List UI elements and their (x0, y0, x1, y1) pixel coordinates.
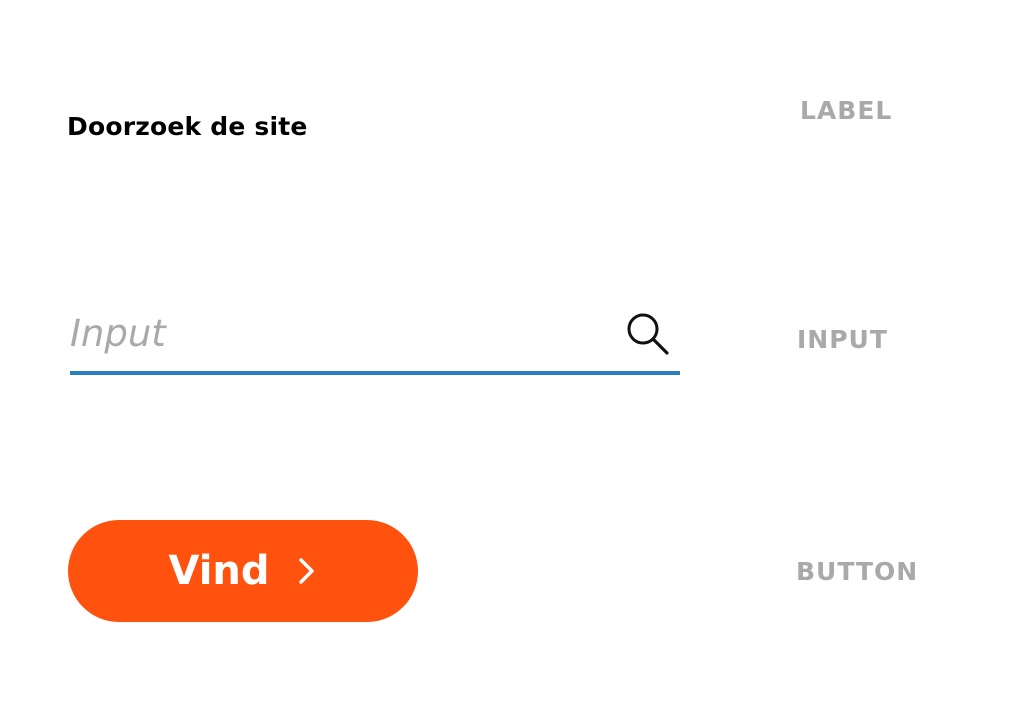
search-label: Doorzoek de site (67, 112, 308, 141)
chevron-right-icon (298, 558, 314, 584)
annotation-input: INPUT (797, 325, 888, 354)
annotation-button: BUTTON (796, 557, 919, 586)
search-icon[interactable] (622, 308, 672, 358)
annotation-label: LABEL (800, 96, 893, 125)
search-underline (70, 371, 680, 375)
find-button[interactable]: Vind (68, 520, 418, 622)
search-input[interactable] (70, 304, 610, 362)
find-button-label: Vind (168, 548, 270, 594)
search-field (70, 300, 680, 376)
